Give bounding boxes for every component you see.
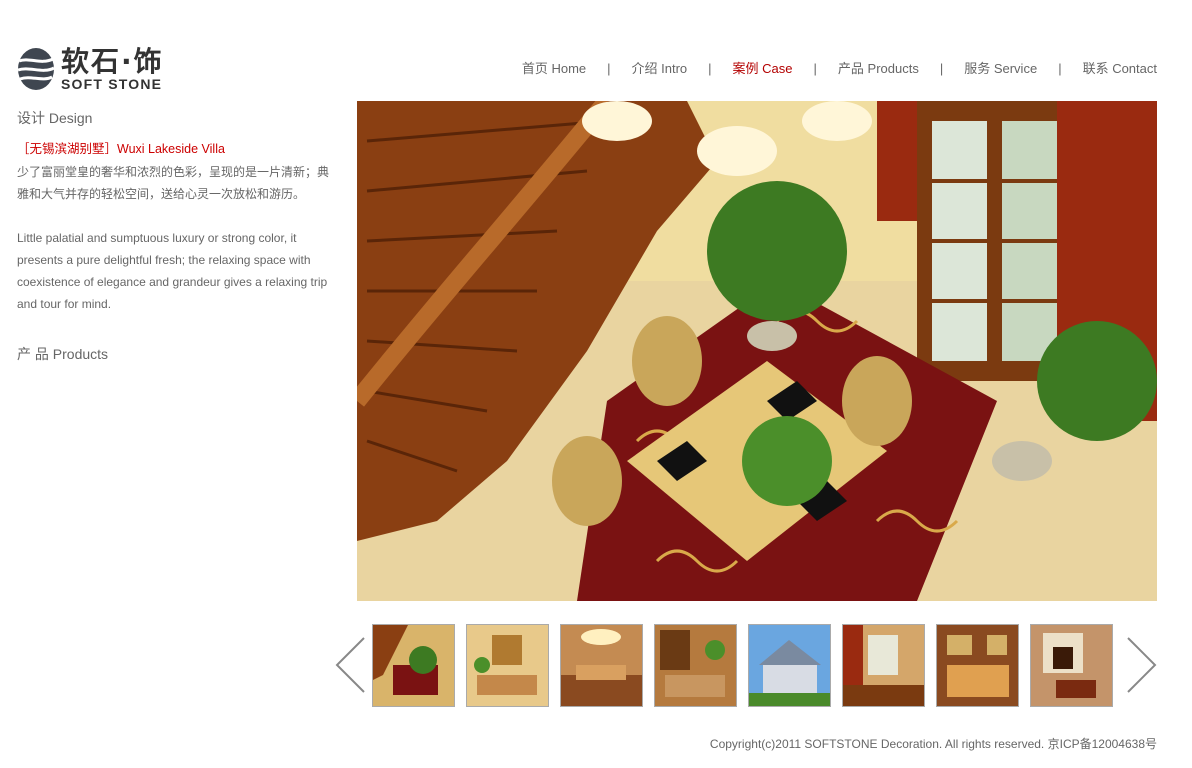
nav-separator: |	[708, 61, 712, 76]
thumbnail-image	[655, 625, 736, 706]
logo-chinese: 软石·饰	[61, 45, 164, 78]
thumbnail-image	[1031, 625, 1112, 706]
main-nav: 首页 Home | 介绍 Intro | 案例 Case | 产品 Produc…	[522, 61, 1157, 77]
thumbnail-4[interactable]	[654, 624, 737, 707]
main-case-image	[357, 101, 1157, 601]
thumbnail-image	[373, 625, 454, 706]
nav-separator: |	[607, 61, 611, 76]
products-link[interactable]: 产 品 Products	[17, 344, 108, 364]
nav-home[interactable]: 首页 Home	[522, 61, 586, 77]
thumbnail-6[interactable]	[842, 624, 925, 707]
thumbnail-5[interactable]	[748, 624, 831, 707]
nav-intro[interactable]: 介绍 Intro	[632, 61, 688, 77]
nav-separator: |	[813, 61, 817, 76]
thumbnail-image	[843, 625, 924, 706]
thumbnail-image	[749, 625, 830, 706]
thumbnail-image	[937, 625, 1018, 706]
thumbnail-image	[467, 625, 548, 706]
thumbnail-1[interactable]	[372, 624, 455, 707]
logo-english: SOFT STONE	[61, 76, 163, 92]
nav-products[interactable]: 产品 Products	[838, 61, 919, 77]
nav-contact[interactable]: 联系 Contact	[1083, 61, 1157, 77]
logo[interactable]: 软石·饰 SOFT STONE	[17, 46, 169, 94]
thumbnail-3[interactable]	[560, 624, 643, 707]
description-chinese: 少了富丽堂皇的奢华和浓烈的色彩，呈现的是一片清新；典雅和大气并存的轻松空间，送给…	[17, 165, 330, 201]
prev-arrow-icon[interactable]	[334, 636, 366, 694]
stone-logo-icon	[17, 48, 55, 90]
project-title[interactable]: ［无锡滨湖别墅］Wuxi Lakeside Villa	[17, 138, 225, 157]
nav-separator: |	[939, 61, 944, 76]
nav-case[interactable]: 案例 Case	[733, 61, 793, 77]
nav-service[interactable]: 服务 Service	[964, 61, 1037, 77]
thumbnail-8[interactable]	[1030, 624, 1113, 707]
thumbnail-image	[561, 625, 642, 706]
nav-separator: |	[1058, 61, 1062, 76]
next-arrow-icon[interactable]	[1126, 636, 1158, 694]
dining-room-photo	[357, 101, 1157, 601]
description-english: Little palatial and sumptuous luxury or …	[17, 231, 328, 311]
design-heading: 设计 Design	[17, 110, 93, 126]
thumbnail-7[interactable]	[936, 624, 1019, 707]
thumbnail-2[interactable]	[466, 624, 549, 707]
footer-copyright: Copyright(c)2011 SOFTSTONE Decoration. A…	[709, 737, 1157, 751]
